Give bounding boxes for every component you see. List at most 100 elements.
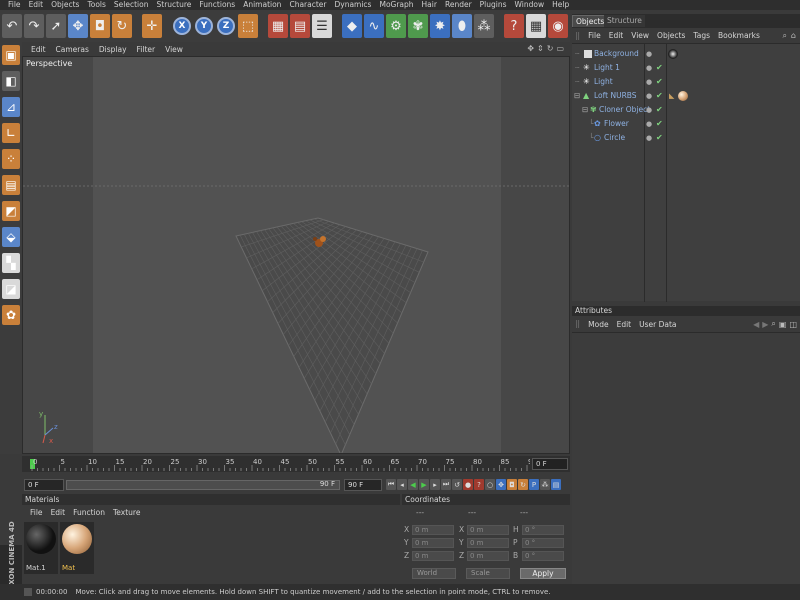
edges-mode-icon[interactable]: ▤ [2, 175, 20, 195]
viewport-menu-edit[interactable]: Edit [26, 45, 51, 54]
deformer-icon[interactable]: ✸ [430, 14, 450, 38]
go-to-start-icon[interactable]: ⏮ [386, 479, 396, 490]
record-icon[interactable]: ● [463, 479, 473, 490]
points-mode-icon[interactable]: ⁘ [2, 149, 20, 169]
object-row-circle[interactable]: └ ○ Circle ● ✔ [572, 131, 800, 145]
coordinate-system-icon[interactable]: ⬚ [238, 14, 258, 38]
cloner-icon[interactable]: ✾ [408, 14, 428, 38]
nurbs-icon[interactable]: ⚙ [386, 14, 406, 38]
materials-menu-function[interactable]: Function [69, 508, 109, 517]
menu-plugins[interactable]: Plugins [476, 0, 511, 10]
spline-pen-icon[interactable]: ∿ [364, 14, 384, 38]
viewport-menu-filter[interactable]: Filter [132, 45, 161, 54]
scene-object-icon[interactable]: ⬮ [452, 14, 472, 38]
viewport-menu-display[interactable]: Display [94, 45, 132, 54]
enabled-check-icon[interactable]: ✔ [656, 89, 663, 103]
size-x-field[interactable]: 0 m [467, 525, 509, 535]
rotate-view-icon[interactable]: ↻ [547, 44, 554, 53]
objects-menu-bookmarks[interactable]: Bookmarks [714, 31, 764, 40]
help-icon[interactable]: ? [504, 14, 524, 38]
use-model-mode-icon[interactable]: ▣ [2, 45, 20, 65]
coord-size-mode-dropdown[interactable]: Scale [466, 568, 510, 579]
object-row-light-1[interactable]: ┄ ✳ Light 1 ● ✔ [572, 61, 800, 75]
home-icon[interactable]: ⌂ [791, 31, 796, 40]
play-back-icon[interactable]: ◀ [408, 479, 418, 490]
menu-dynamics[interactable]: Dynamics [330, 0, 375, 10]
search-icon[interactable]: ⌕ [782, 31, 786, 41]
material-swatch[interactable]: Mat [60, 522, 94, 574]
position-z-field[interactable]: 0 m [412, 551, 454, 561]
objects-menu-view[interactable]: View [627, 31, 653, 40]
param-key-icon[interactable]: P [529, 479, 539, 490]
visibility-dots[interactable]: ● [646, 75, 652, 89]
play-icon[interactable]: ▶ [419, 479, 429, 490]
object-row-cloner-object[interactable]: ⊟ ✾ Cloner Object ● ✔ [572, 103, 800, 117]
search-icon[interactable]: ⌕ [771, 319, 775, 329]
preview-range-slider[interactable]: 90 F [66, 480, 340, 490]
redo-icon[interactable]: ↷ [24, 14, 44, 38]
cube-primitive-icon[interactable]: ◆ [342, 14, 362, 38]
current-frame-field[interactable]: 0 F [532, 458, 568, 470]
start-frame-field[interactable]: 0 F [24, 479, 64, 491]
viewport-menu-cameras[interactable]: Cameras [51, 45, 94, 54]
visibility-dots[interactable]: ● [646, 103, 652, 117]
object-row-loft-nurbs[interactable]: ⊟ ▲ Loft NURBS ● ✔ ◣ [572, 89, 800, 103]
render-settings-icon[interactable]: ☰ [312, 14, 332, 38]
maximize-view-icon[interactable]: ▭ [556, 44, 564, 53]
objects-menu-objects[interactable]: Objects [653, 31, 689, 40]
rotate-tool-icon[interactable]: ↻ [112, 14, 132, 38]
enabled-check-icon[interactable]: ✔ [656, 61, 663, 75]
menu-tools[interactable]: Tools [83, 0, 109, 10]
menu-structure[interactable]: Structure [153, 0, 196, 10]
enabled-check-icon[interactable]: ✔ [656, 103, 663, 117]
menu-edit[interactable]: Edit [25, 0, 48, 10]
use-object-mode-icon[interactable]: ◧ [2, 71, 20, 91]
menu-character[interactable]: Character [285, 0, 330, 10]
attributes-menu-mode[interactable]: Mode [584, 320, 612, 329]
size-z-field[interactable]: 0 m [467, 551, 509, 561]
collapse-toggle-icon[interactable]: ⊟ [574, 89, 580, 103]
viewport-menu-view[interactable]: View [160, 45, 188, 54]
particle-icon[interactable]: ⁂ [474, 14, 494, 38]
visibility-dots[interactable]: ● [646, 61, 652, 75]
render-picture-viewer-icon[interactable]: ▤ [290, 14, 310, 38]
forward-arrow-icon[interactable]: ▶ [762, 320, 768, 329]
position-y-field[interactable]: 0 m [412, 538, 454, 548]
menu-window[interactable]: Window [511, 0, 549, 10]
move-tool-icon[interactable]: ✥ [68, 14, 88, 38]
undo-icon[interactable]: ↶ [2, 14, 22, 38]
pan-icon[interactable]: ✥ [527, 44, 534, 53]
scale-key-icon[interactable]: ◘ [507, 479, 517, 490]
menu-animation[interactable]: Animation [239, 0, 285, 10]
menu-mograph[interactable]: MoGraph [375, 0, 417, 10]
size-y-field[interactable]: 0 m [467, 538, 509, 548]
timeline-ruler[interactable]: 0 5 10 15 20 25 30 35 40 45 50 55 60 65 70 75 80 85 90 0 F [22, 456, 570, 472]
coord-mode-dropdown[interactable]: World [412, 568, 456, 579]
objects-menu-file[interactable]: File [584, 31, 605, 40]
materials-menu-edit[interactable]: Edit [47, 508, 70, 517]
materials-menu-file[interactable]: File [26, 508, 47, 517]
menu-functions[interactable]: Functions [195, 0, 239, 10]
calculator-icon[interactable]: ▦ [526, 14, 546, 38]
loop-icon[interactable]: ↺ [452, 479, 462, 490]
visibility-dots[interactable]: ● [646, 131, 652, 145]
lock-icon[interactable]: ▣ [779, 320, 787, 329]
pla-key-icon[interactable]: ⁂ [540, 479, 550, 490]
go-to-end-icon[interactable]: ⏭ [441, 479, 451, 490]
viewport-perspective[interactable]: Perspective y z x [22, 56, 570, 454]
attributes-menu-user-data[interactable]: User Data [635, 320, 680, 329]
menu-objects[interactable]: Objects [47, 0, 83, 10]
apply-button[interactable]: Apply [520, 568, 566, 579]
rotation-p-field[interactable]: 0 ° [522, 538, 564, 548]
rotation-b-field[interactable]: 0 ° [522, 551, 564, 561]
enabled-check-icon[interactable]: ✔ [656, 131, 663, 145]
position-key-icon[interactable]: ✥ [496, 479, 506, 490]
sculpt-icon[interactable]: ✿ [2, 305, 20, 325]
material-swatch[interactable]: Mat.1 [24, 522, 58, 574]
timeline-menu-icon[interactable]: ▤ [551, 479, 561, 490]
object-row-light[interactable]: ┄ ✳ Light ● ✔ [572, 75, 800, 89]
animation-mode-icon[interactable]: ⬙ [2, 227, 20, 247]
rotation-h-field[interactable]: 0 ° [522, 525, 564, 535]
menu-file[interactable]: File [4, 0, 25, 10]
visibility-dots[interactable]: ● [646, 47, 652, 61]
